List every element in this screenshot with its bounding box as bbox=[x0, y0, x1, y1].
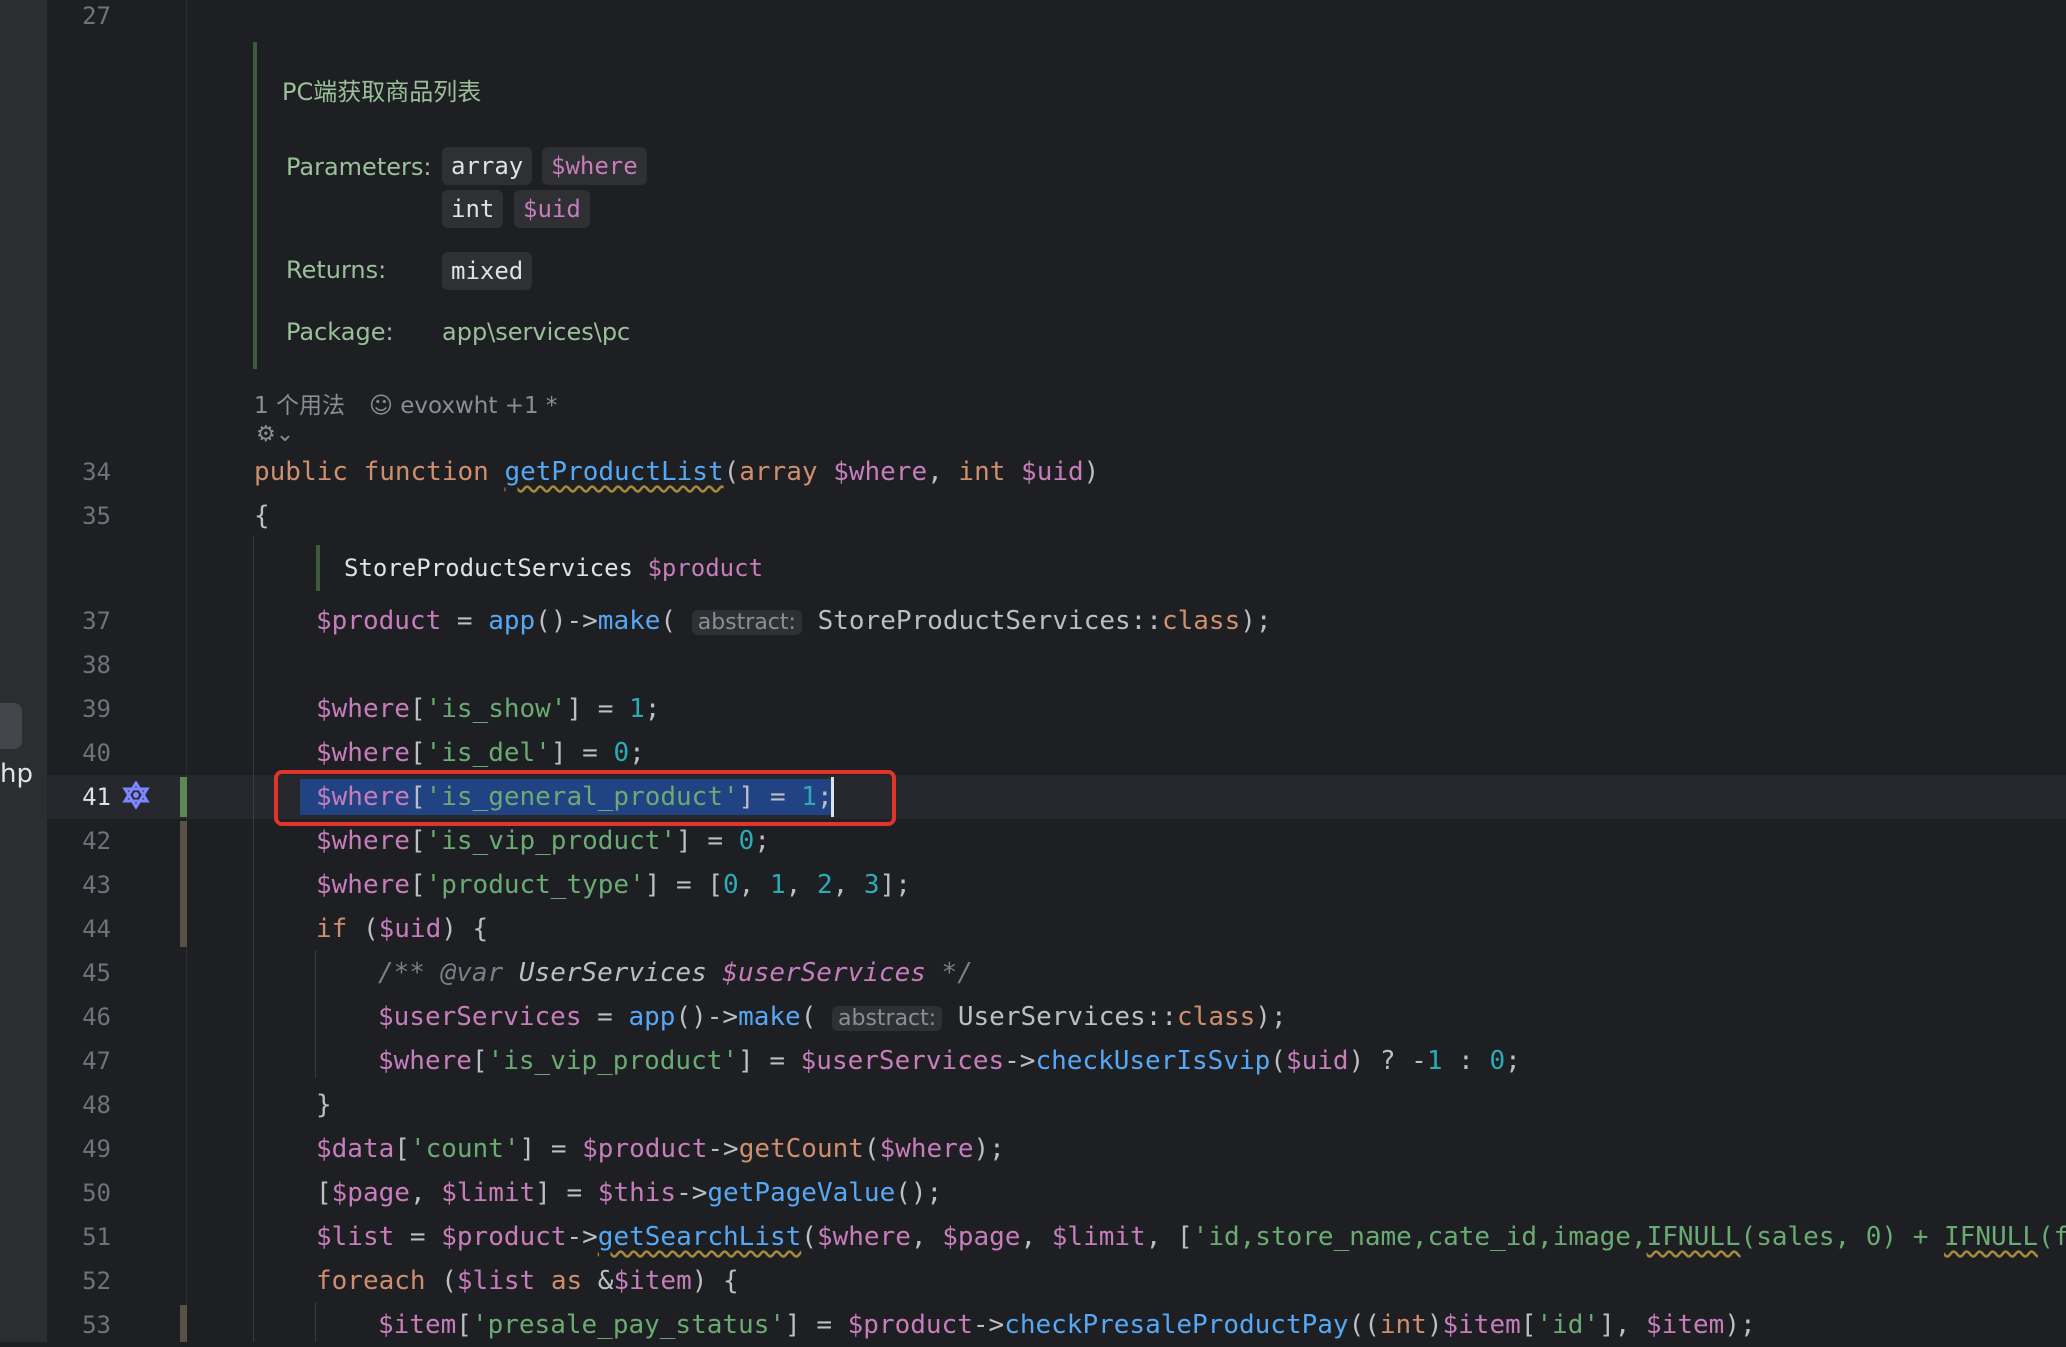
hint-type: StoreProductServices bbox=[344, 554, 633, 582]
doc-summary: PC端获取商品列表 bbox=[282, 78, 482, 106]
code-line-49[interactable]: $data['count'] = $product->getCount($whe… bbox=[316, 1127, 1005, 1171]
line-number[interactable]: 42 bbox=[47, 819, 111, 863]
authors-link[interactable]: evoxwht +1 * bbox=[400, 393, 557, 419]
line-number[interactable]: 34 bbox=[47, 450, 111, 494]
line-number[interactable]: 39 bbox=[47, 687, 111, 731]
line-number[interactable]: 35 bbox=[47, 494, 111, 538]
code-line-50[interactable]: [$page, $limit] = $this->getPageValue(); bbox=[316, 1171, 942, 1215]
code-line-40[interactable]: $where['is_del'] = 0; bbox=[316, 731, 645, 775]
doc-package-label: Package: bbox=[286, 318, 394, 346]
project-panel-edge: hp bbox=[0, 0, 47, 1342]
line-number[interactable]: 50 bbox=[47, 1171, 111, 1215]
code-line-45[interactable]: /** @var UserServices $userServices */ bbox=[378, 951, 973, 995]
code-line-51[interactable]: $list = $product->getSearchList($where, … bbox=[316, 1215, 2066, 1259]
ai-actions-icon[interactable]: ⚙⌄ bbox=[256, 422, 294, 447]
gutter-separator bbox=[186, 0, 187, 1342]
line-number[interactable]: 38 bbox=[47, 643, 111, 687]
code-line-39[interactable]: $where['is_show'] = 1; bbox=[316, 687, 660, 731]
return-type-badge: mixed bbox=[442, 252, 533, 290]
vcs-changed-marker[interactable] bbox=[180, 1305, 187, 1342]
line-number[interactable]: 37 bbox=[47, 599, 111, 643]
vcs-modified-marker[interactable] bbox=[180, 777, 187, 817]
line-number[interactable]: 44 bbox=[47, 907, 111, 951]
panel-tab[interactable] bbox=[0, 703, 22, 749]
code-line-53[interactable]: $item['presale_pay_status'] = $product->… bbox=[378, 1303, 1756, 1347]
code-line-47[interactable]: $where['is_vip_product'] = $userServices… bbox=[378, 1039, 1521, 1083]
indent-guide bbox=[315, 950, 316, 1078]
param-hint: abstract: bbox=[691, 610, 802, 635]
line-number[interactable]: 40 bbox=[47, 731, 111, 775]
ai-assistant-gutter-icon[interactable] bbox=[122, 781, 150, 809]
line-number[interactable]: 47 bbox=[47, 1039, 111, 1083]
line-number[interactable]: 49 bbox=[47, 1127, 111, 1171]
line-number[interactable]: 53 bbox=[47, 1303, 111, 1347]
code-line-34[interactable]: public function getProductList(array $wh… bbox=[254, 450, 1099, 494]
indent-guide bbox=[315, 1302, 316, 1342]
line-number[interactable]: 48 bbox=[47, 1083, 111, 1127]
code-line-37[interactable]: $product = app()->make( abstract: StoreP… bbox=[316, 599, 1272, 643]
package-value: app\services\pc bbox=[442, 318, 631, 346]
hint-var: $product bbox=[647, 554, 764, 582]
doc-returns-label: Returns: bbox=[286, 256, 387, 284]
line-number[interactable]: 52 bbox=[47, 1259, 111, 1303]
code-line-46[interactable]: $userServices = app()->make( abstract: U… bbox=[378, 995, 1287, 1039]
code-line-42[interactable]: $where['is_vip_product'] = 0; bbox=[316, 819, 770, 863]
line-number-current[interactable]: 41 bbox=[47, 775, 111, 819]
code-vision-info[interactable]: 1 个用法 ☺ evoxwht +1 * bbox=[254, 386, 557, 420]
param-hint: abstract: bbox=[832, 1006, 943, 1031]
code-line-44[interactable]: if ($uid) { bbox=[316, 907, 488, 951]
line-number[interactable]: 43 bbox=[47, 863, 111, 907]
code-line-43[interactable]: $where['product_type'] = [0, 1, 2, 3]; bbox=[316, 863, 911, 907]
inline-type-hint: StoreProductServices $product bbox=[316, 545, 763, 591]
indent-guide bbox=[253, 536, 254, 1342]
param-type-badge: int bbox=[442, 190, 504, 228]
code-line-52[interactable]: foreach ($list as &$item) { bbox=[316, 1259, 739, 1303]
usages-link[interactable]: 1 个用法 bbox=[254, 393, 345, 419]
code-line-48[interactable]: } bbox=[316, 1083, 332, 1127]
code-line-35[interactable]: { bbox=[254, 494, 270, 538]
vcs-changed-marker[interactable] bbox=[180, 821, 187, 947]
param-name-badge: $where bbox=[542, 147, 647, 185]
param-name-badge: $uid bbox=[514, 190, 590, 228]
file-tab-fragment[interactable]: hp bbox=[0, 759, 33, 789]
line-number[interactable]: 51 bbox=[47, 1215, 111, 1259]
line-number[interactable]: 27 bbox=[47, 0, 111, 38]
author-icon: ☺ bbox=[368, 393, 401, 419]
line-number[interactable]: 45 bbox=[47, 951, 111, 995]
line-number[interactable]: 46 bbox=[47, 995, 111, 1039]
highlight-annotation-box bbox=[274, 770, 896, 826]
param-type-badge: array bbox=[442, 147, 533, 185]
doc-parameters-label: Parameters: bbox=[286, 153, 432, 181]
